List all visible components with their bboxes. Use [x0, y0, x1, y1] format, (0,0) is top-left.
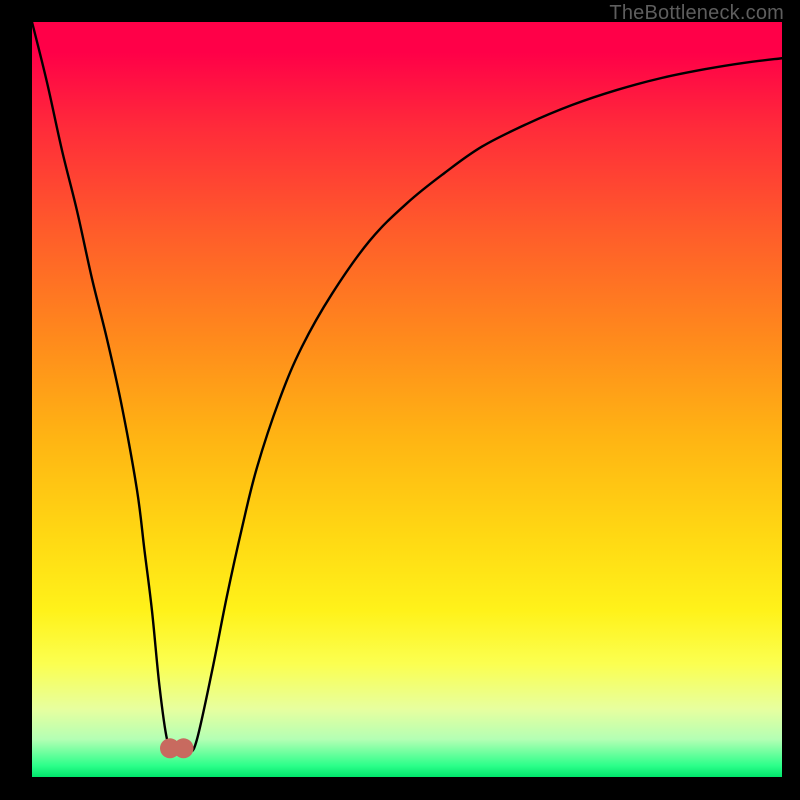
- chart-frame: TheBottleneck.com: [0, 0, 800, 800]
- curve-layer: [32, 22, 782, 777]
- curve-markers: [160, 738, 194, 758]
- watermark-text: TheBottleneck.com: [609, 2, 784, 25]
- marker-dot: [174, 738, 194, 758]
- plot-area: [32, 22, 782, 777]
- bottleneck-curve: [32, 22, 782, 755]
